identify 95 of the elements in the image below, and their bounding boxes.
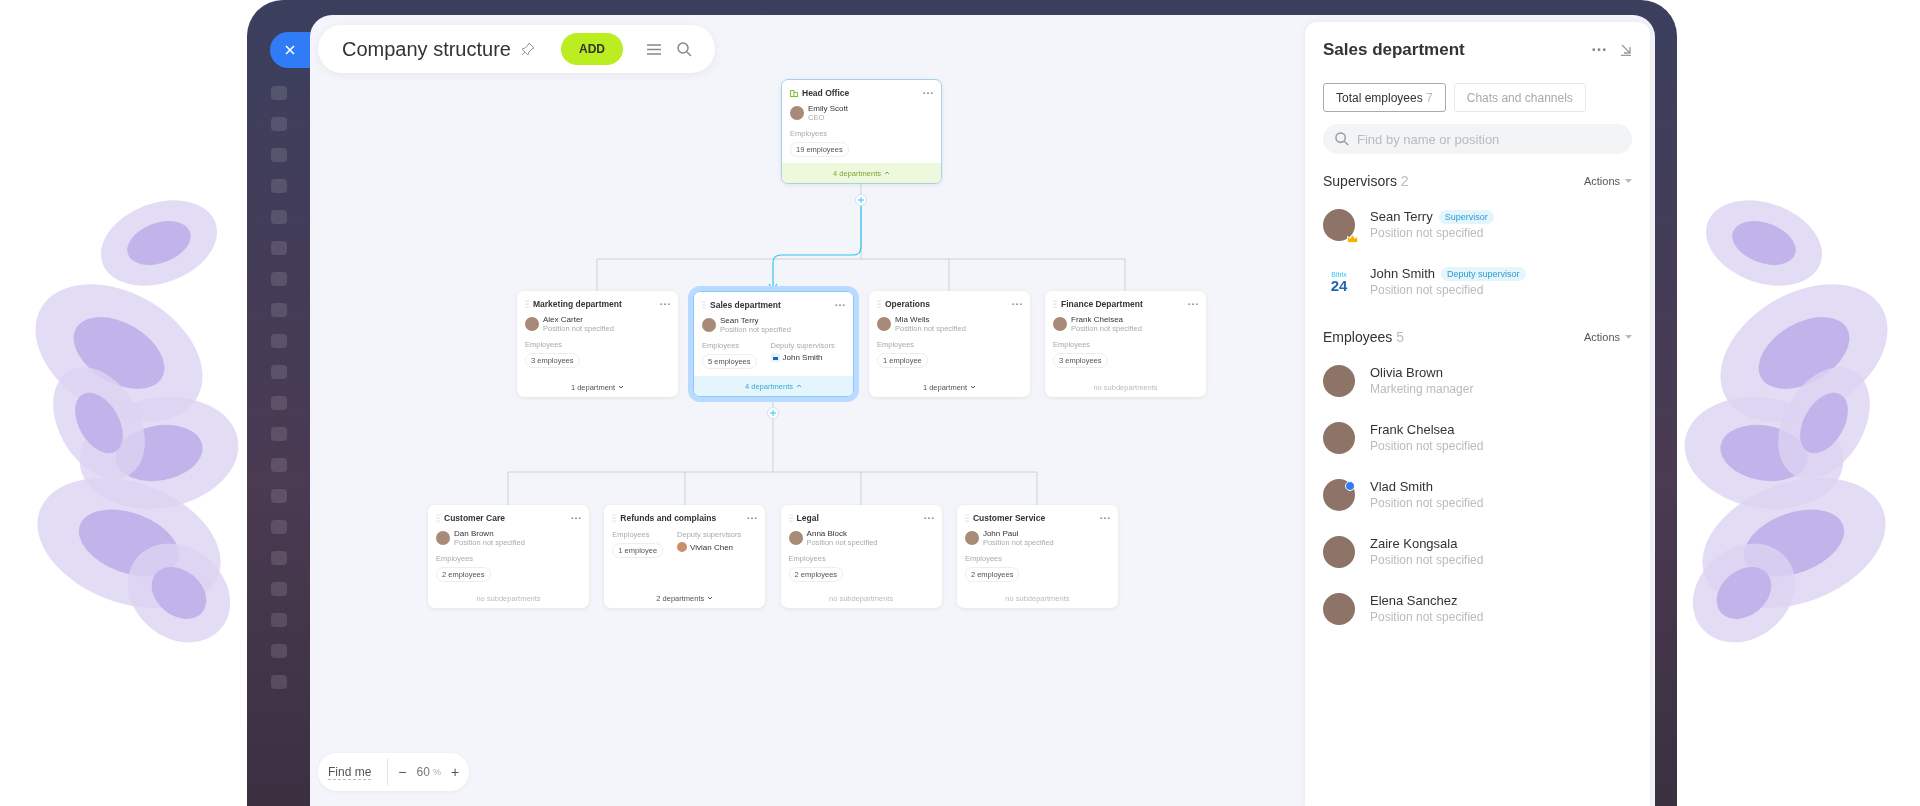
zoom-value: 60 — [416, 765, 430, 779]
department-name: Customer Service — [972, 513, 1047, 523]
avatar[interactable] — [1323, 478, 1355, 511]
person-name[interactable]: Sean Terry — [1370, 209, 1433, 224]
logo-icon — [770, 353, 780, 362]
zoom-unit: % — [432, 767, 441, 777]
avatar — [788, 531, 803, 545]
menu-icon[interactable] — [646, 43, 661, 55]
plus-icon — [858, 197, 864, 203]
avatar — [525, 317, 539, 331]
person-name[interactable]: Sean Terry — [720, 316, 791, 325]
role-badge: Deputy supervisor — [1441, 266, 1526, 281]
avatar — [436, 531, 450, 545]
add-department-button[interactable] — [767, 407, 779, 419]
department-name: Legal — [796, 513, 820, 523]
caret-down-icon — [1625, 179, 1632, 183]
search-input[interactable]: Find by name or position — [1355, 130, 1620, 148]
avatar[interactable] — [1323, 592, 1355, 625]
avatar — [790, 106, 804, 120]
avatar — [1053, 317, 1067, 331]
close-icon — [285, 45, 295, 55]
caret-down-icon — [707, 596, 714, 600]
search-icon — [1335, 132, 1349, 146]
zoom-out-button[interactable]: − — [398, 764, 407, 780]
person-position: Position not specified — [1370, 553, 1484, 567]
avatar — [702, 318, 716, 332]
person-position: Position not specified — [1370, 496, 1484, 510]
person-name[interactable]: Vlad Smith — [1370, 479, 1433, 494]
more-icon[interactable] — [1188, 302, 1198, 306]
person-name[interactable]: John Paul — [982, 529, 1054, 538]
avatar — [677, 542, 688, 552]
more-icon[interactable] — [747, 516, 758, 520]
person-name[interactable]: Zaire Kongsala — [1370, 536, 1458, 551]
person-name[interactable]: John Smith — [1370, 266, 1436, 281]
person-name[interactable]: Mia Wells — [895, 315, 966, 324]
plus-icon — [770, 410, 776, 416]
avatar[interactable] — [1323, 421, 1355, 454]
more-icon[interactable] — [571, 516, 581, 520]
person-name[interactable]: Vivian Chen — [690, 542, 734, 552]
find-me-button[interactable]: Find me — [328, 764, 372, 780]
add-department-button[interactable] — [855, 194, 867, 206]
more-icon[interactable] — [923, 516, 934, 520]
person-name[interactable]: Elena Sanchez — [1370, 593, 1458, 608]
person-position: Position not specified — [1370, 610, 1484, 624]
more-icon[interactable] — [660, 302, 670, 306]
person-position: Position not specified — [1370, 226, 1485, 240]
department-name: Sales department — [710, 300, 782, 310]
person-name[interactable]: Dan Brown — [454, 529, 525, 538]
caret-down-icon — [1625, 335, 1632, 339]
person-name[interactable]: Frank Chelsea — [1071, 315, 1142, 324]
person-position: Position not specified — [1370, 439, 1484, 453]
person-position: Position not specified — [1370, 283, 1485, 297]
zoom-in-button[interactable]: + — [450, 764, 460, 780]
department-name: Customer Care — [444, 513, 506, 523]
person-name[interactable]: John Smith — [782, 353, 823, 362]
more-icon[interactable] — [835, 303, 845, 307]
avatar[interactable] — [1323, 208, 1355, 241]
caret-up-icon — [883, 171, 890, 175]
department-name: Marketing department — [533, 299, 623, 309]
person-name[interactable]: Alex Carter — [543, 315, 614, 324]
pin-icon[interactable] — [520, 42, 535, 56]
section-title: Supervisors 2 — [1323, 173, 1410, 189]
department-name: Refunds and complains — [620, 513, 718, 523]
search-field[interactable]: Find by name or position — [1323, 124, 1632, 154]
collapse-icon[interactable] — [1620, 44, 1632, 56]
actions-dropdown[interactable]: Actions — [1583, 331, 1632, 343]
avatar[interactable] — [1323, 364, 1355, 397]
department-name: Finance Department — [1061, 299, 1144, 309]
person-position: Marketing manager — [1370, 382, 1474, 396]
caret-down-icon — [970, 385, 977, 389]
avatar[interactable] — [1323, 535, 1355, 568]
close-button[interactable] — [270, 32, 310, 68]
more-icon[interactable] — [1592, 48, 1606, 52]
search-icon[interactable] — [676, 41, 692, 57]
more-icon[interactable] — [1099, 516, 1110, 520]
more-icon[interactable] — [923, 91, 933, 95]
role-badge: Supervisor — [1438, 209, 1494, 224]
person-name[interactable]: Olivia Brown — [1370, 365, 1443, 380]
person-name[interactable]: Emily Scott — [808, 104, 848, 113]
panel-title: Sales department — [1323, 40, 1466, 60]
tab[interactable]: Total employees 7 — [1323, 83, 1446, 112]
caret-down-icon — [618, 385, 625, 389]
avatar — [964, 531, 979, 545]
add-button[interactable]: ADD — [560, 33, 623, 65]
building-icon — [790, 89, 798, 97]
department-name: Head Office — [802, 88, 851, 98]
person-name[interactable]: Anna Block — [806, 529, 878, 538]
page-title: Company structure — [342, 37, 511, 61]
person-name[interactable]: Frank Chelsea — [1370, 422, 1455, 437]
caret-up-icon — [795, 384, 802, 388]
section-title: Employees 5 — [1323, 329, 1405, 345]
actions-dropdown[interactable]: Actions — [1583, 175, 1632, 187]
avatar — [877, 317, 891, 331]
more-icon[interactable] — [1012, 302, 1022, 306]
department-name: Operations — [885, 299, 931, 309]
